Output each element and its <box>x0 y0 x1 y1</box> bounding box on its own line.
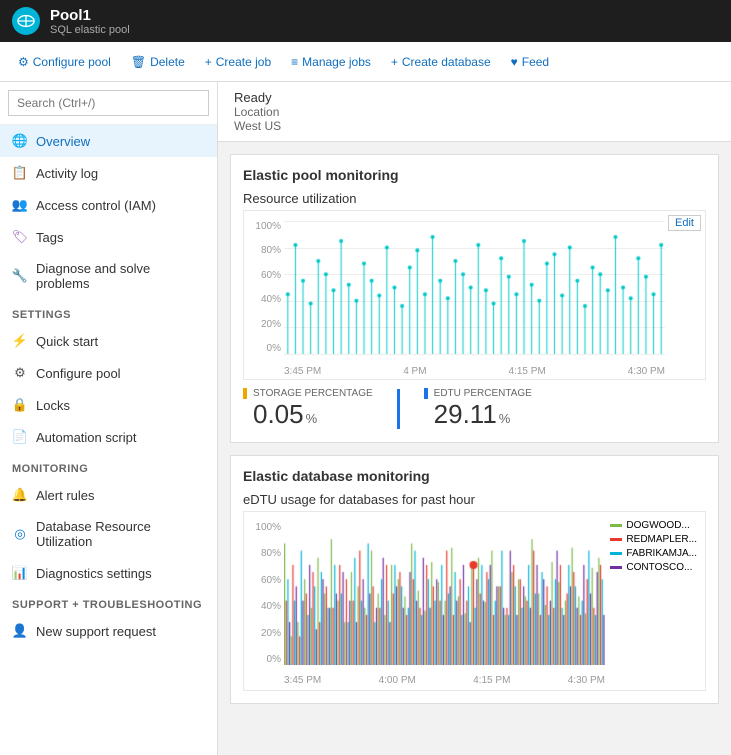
monitoring-section-header: MONITORING <box>0 453 217 479</box>
gear2-icon: ⚙ <box>12 365 28 381</box>
sidebar-item-activity-log[interactable]: 📋 Activity log <box>0 157 217 189</box>
search-input[interactable] <box>8 90 209 116</box>
bar-chart-canvas <box>284 221 665 354</box>
sidebar-item-diagnostics[interactable]: 📊 Diagnostics settings <box>0 557 217 589</box>
dogwood-legend-color <box>610 524 622 527</box>
lightning-icon: ⚡ <box>12 333 28 349</box>
plus2-icon: + <box>391 55 398 69</box>
search-box[interactable] <box>0 82 217 125</box>
settings-section-header: SETTINGS <box>0 299 217 325</box>
pool-monitoring-card: Elastic pool monitoring Resource utiliza… <box>230 154 719 443</box>
globe-icon: 🌐 <box>12 133 28 149</box>
status-location-value: West US <box>234 119 715 133</box>
sidebar-item-locks[interactable]: 🔒 Locks <box>0 389 217 421</box>
configure-pool-button[interactable]: ⚙ Configure pool <box>10 51 119 73</box>
y-axis-labels: 100% 80% 60% 40% 20% 0% <box>246 221 281 354</box>
app-subtitle: SQL elastic pool <box>50 24 130 36</box>
edtu-unit: % <box>499 411 511 426</box>
feed-button[interactable]: ♥ Feed <box>503 51 557 73</box>
sidebar-item-automation-script[interactable]: 📄 Automation script <box>0 421 217 453</box>
script-icon: 📄 <box>12 429 28 445</box>
wrench-icon: 🔧 <box>12 268 28 284</box>
x-axis-labels-2: 3:45 PM 4:00 PM 4:15 PM 4:30 PM <box>284 675 605 686</box>
support-section-header: SUPPORT + TROUBLESHOOTING <box>0 589 217 615</box>
storage-unit: % <box>306 411 318 426</box>
people-icon: 👥 <box>12 197 28 213</box>
edtu-metric: EDTU PERCENTAGE 29.11 % <box>424 388 532 430</box>
legend-redmapler: REDMAPLER... <box>610 534 697 545</box>
sidebar-item-access-control[interactable]: 👥 Access control (IAM) <box>0 189 217 221</box>
legend-dogwood: DOGWOOD... <box>610 520 697 531</box>
db-bar-chart-canvas <box>284 522 605 665</box>
pool-monitoring-title: Elastic pool monitoring <box>243 167 706 183</box>
storage-label: STORAGE PERCENTAGE <box>243 388 373 399</box>
legend-fabrikam: FABRIKAMJA... <box>610 548 697 559</box>
sidebar-item-overview[interactable]: 🌐 Overview <box>0 125 217 157</box>
contoso-legend-color <box>610 566 622 569</box>
status-location: Location <box>234 105 715 119</box>
list-icon: ≡ <box>291 55 298 69</box>
app-header: Pool1 SQL elastic pool <box>0 0 731 42</box>
x-axis-labels: 3:45 PM 4 PM 4:15 PM 4:30 PM <box>284 366 665 377</box>
main-content: Ready Location West US Elastic pool moni… <box>218 82 731 755</box>
main-layout: 🌐 Overview 📋 Activity log 👥 Access contr… <box>0 82 731 755</box>
gear-icon: ⚙ <box>18 55 29 69</box>
db-monitoring-card: Elastic database monitoring eDTU usage f… <box>230 455 719 704</box>
toolbar: ⚙ Configure pool 🗑 Delete + Create job ≡… <box>0 42 731 82</box>
storage-value: 0.05 <box>253 399 304 430</box>
sidebar-item-quick-start[interactable]: ⚡ Quick start <box>0 325 217 357</box>
app-icon <box>12 7 40 35</box>
person-icon: 👤 <box>12 623 28 639</box>
sidebar-item-db-resource[interactable]: ◎ Database Resource Utilization <box>0 511 217 557</box>
legend-contoso: CONTOSCO... <box>610 562 697 573</box>
create-job-button[interactable]: + Create job <box>197 51 279 73</box>
sidebar-item-new-support[interactable]: 👤 New support request <box>0 615 217 647</box>
delete-button[interactable]: 🗑 Delete <box>123 51 193 73</box>
feed-icon: ♥ <box>511 55 518 69</box>
db-monitoring-title: Elastic database monitoring <box>243 468 706 484</box>
metrics-row: STORAGE PERCENTAGE 0.05 % EDTU PERCENTAG… <box>243 388 706 430</box>
tag-icon: 🏷 <box>12 229 28 245</box>
status-ready: Ready <box>234 90 715 105</box>
circle-icon: ◎ <box>12 526 28 542</box>
sidebar-item-configure-pool[interactable]: ⚙ Configure pool <box>0 357 217 389</box>
db-monitoring-chart: 100% 80% 60% 40% 20% 0% DOGWOOD... REDM <box>243 511 706 691</box>
edtu-usage-title: eDTU usage for databases for past hour <box>243 492 706 507</box>
lock-icon: 🔒 <box>12 397 28 413</box>
sidebar: 🌐 Overview 📋 Activity log 👥 Access contr… <box>0 82 218 755</box>
chart-icon: 📊 <box>12 565 28 581</box>
storage-metric: STORAGE PERCENTAGE 0.05 % <box>243 388 373 430</box>
sidebar-item-diagnose[interactable]: 🔧 Diagnose and solve problems <box>0 253 217 299</box>
y-axis-labels-2: 100% 80% 60% 40% 20% 0% <box>246 522 281 665</box>
redmapler-legend-color <box>610 538 622 541</box>
chart-edit-button[interactable]: Edit <box>668 215 701 231</box>
plus-icon: + <box>205 55 212 69</box>
content-header: Ready Location West US <box>218 82 731 142</box>
edtu-value: 29.11 <box>434 399 497 430</box>
chart-legend: DOGWOOD... REDMAPLER... FABRIKAMJA... CO… <box>610 520 697 573</box>
manage-jobs-button[interactable]: ≡ Manage jobs <box>283 51 379 73</box>
resource-util-title: Resource utilization <box>243 191 706 206</box>
app-title: Pool1 <box>50 7 130 24</box>
edtu-label: EDTU PERCENTAGE <box>424 388 532 399</box>
sidebar-item-alert-rules[interactable]: 🔔 Alert rules <box>0 479 217 511</box>
create-database-button[interactable]: + Create database <box>383 51 499 73</box>
resource-util-chart: Edit 100% 80% 60% 40% 20% 0% 3:45 PM <box>243 210 706 380</box>
alert-icon: 🔔 <box>12 487 28 503</box>
list-icon: 📋 <box>12 165 28 181</box>
delete-icon: 🗑 <box>131 55 146 69</box>
fabrikam-legend-color <box>610 552 622 555</box>
header-title-group: Pool1 SQL elastic pool <box>50 7 130 36</box>
sidebar-item-tags[interactable]: 🏷 Tags <box>0 221 217 253</box>
